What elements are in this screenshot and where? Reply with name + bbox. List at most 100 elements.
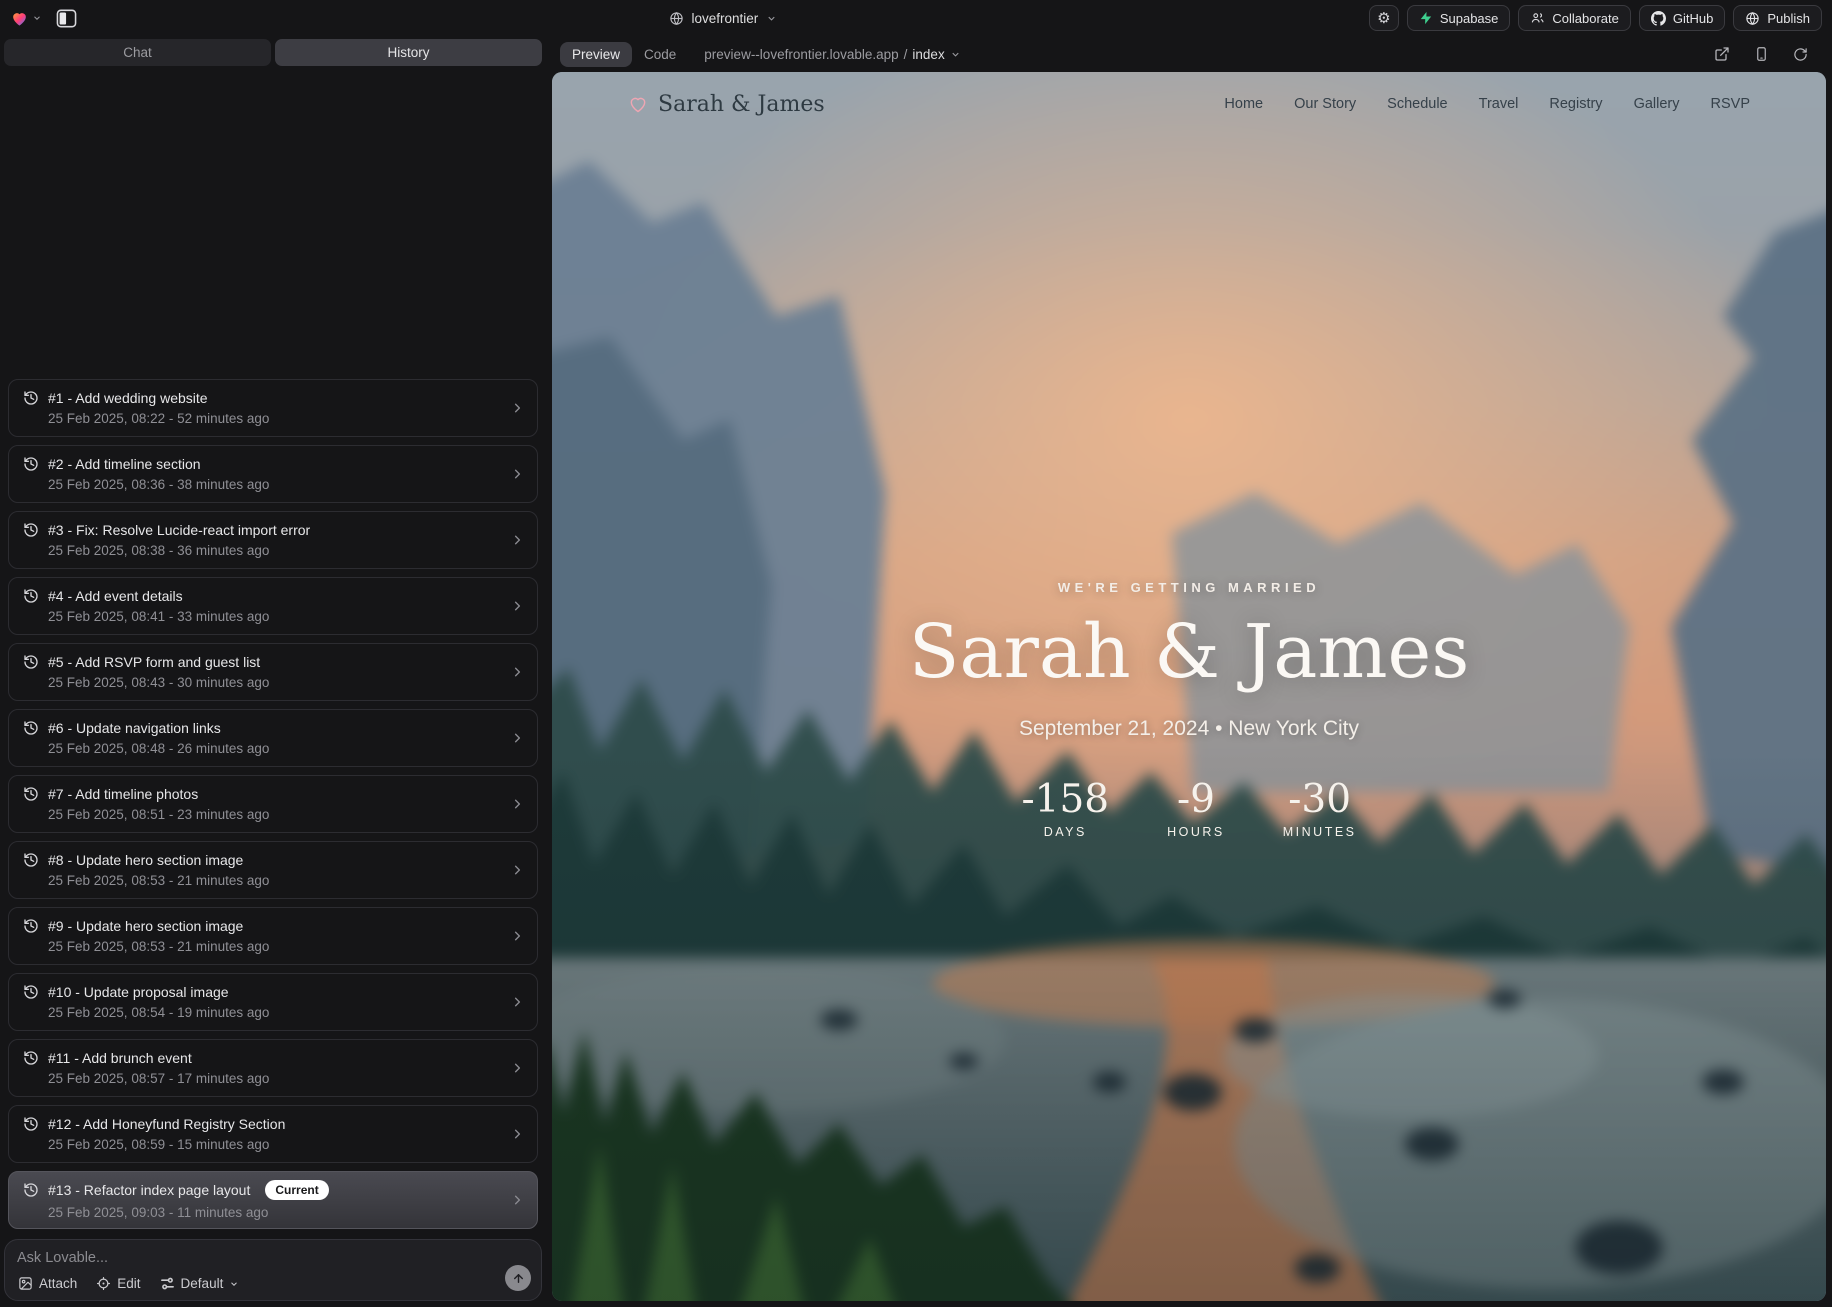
- chat-history-panel: Chat History #1 - Add wedding website 25…: [0, 36, 546, 1307]
- site-nav-link[interactable]: RSVP: [1711, 96, 1751, 112]
- refresh-icon[interactable]: [1793, 47, 1808, 62]
- site-nav-link[interactable]: Home: [1224, 96, 1263, 112]
- site-nav-link[interactable]: Gallery: [1634, 96, 1680, 112]
- preview-panel: Preview Code preview--lovefrontier.lovab…: [546, 36, 1832, 1307]
- lovable-heart-icon: [10, 9, 29, 28]
- publish-button[interactable]: Publish: [1733, 5, 1822, 31]
- chevron-right-icon: [510, 533, 525, 548]
- history-item-title: #2 - Add timeline section: [48, 456, 201, 472]
- history-item-title: #10 - Update proposal image: [48, 984, 229, 1000]
- history-item-title: #3 - Fix: Resolve Lucide-react import er…: [48, 522, 310, 538]
- chevron-right-icon: [510, 401, 525, 416]
- target-icon: [96, 1276, 111, 1291]
- hero-eyebrow: WE'RE GETTING MARRIED: [1058, 580, 1320, 595]
- history-item-title: #6 - Update navigation links: [48, 720, 221, 736]
- history-item-timestamp: 25 Feb 2025, 08:43 - 30 minutes ago: [48, 675, 523, 690]
- history-item[interactable]: #12 - Add Honeyfund Registry Section 25 …: [8, 1105, 538, 1163]
- chevron-down-icon: [766, 13, 777, 24]
- chevron-right-icon: [510, 731, 525, 746]
- history-item[interactable]: #2 - Add timeline section 25 Feb 2025, 0…: [8, 445, 538, 503]
- edit-select-button[interactable]: Edit: [96, 1276, 140, 1291]
- chevron-down-icon: [229, 1279, 239, 1289]
- history-item[interactable]: #4 - Add event details 25 Feb 2025, 08:4…: [8, 577, 538, 635]
- preview-toolbar: Preview Code preview--lovefrontier.lovab…: [552, 36, 1826, 72]
- hero-title: Sarah & James: [909, 609, 1470, 695]
- sidebar-toggle-button[interactable]: [56, 9, 77, 28]
- chevron-right-icon: [510, 797, 525, 812]
- history-item-title: #5 - Add RSVP form and guest list: [48, 654, 260, 670]
- history-item-title: #7 - Add timeline photos: [48, 786, 198, 802]
- countdown-value: -9: [1177, 777, 1215, 822]
- panel-tabs: Chat History: [4, 39, 542, 66]
- supabase-button[interactable]: Supabase: [1407, 5, 1511, 31]
- attach-button[interactable]: Attach: [18, 1276, 77, 1291]
- history-item-timestamp: 25 Feb 2025, 08:51 - 23 minutes ago: [48, 807, 523, 822]
- attach-label: Attach: [39, 1276, 77, 1291]
- tab-history[interactable]: History: [275, 39, 542, 66]
- mode-selector[interactable]: Default: [160, 1276, 240, 1291]
- history-item[interactable]: #1 - Add wedding website 25 Feb 2025, 08…: [8, 379, 538, 437]
- history-item[interactable]: #5 - Add RSVP form and guest list 25 Feb…: [8, 643, 538, 701]
- history-item[interactable]: #10 - Update proposal image 25 Feb 2025,…: [8, 973, 538, 1031]
- history-icon: [23, 588, 39, 604]
- site-header: Sarah & James Home Our Story Schedule Trave…: [552, 72, 1826, 136]
- send-button[interactable]: [505, 1265, 531, 1291]
- history-item[interactable]: #7 - Add timeline photos 25 Feb 2025, 08…: [8, 775, 538, 833]
- project-selector[interactable]: lovefrontier: [669, 11, 778, 26]
- history-item-timestamp: 25 Feb 2025, 08:48 - 26 minutes ago: [48, 741, 523, 756]
- history-item[interactable]: #9 - Update hero section image 25 Feb 20…: [8, 907, 538, 965]
- panel-left-icon: [56, 9, 77, 28]
- history-item-timestamp: 25 Feb 2025, 08:36 - 38 minutes ago: [48, 477, 523, 492]
- history-icon: [23, 522, 39, 538]
- tab-code[interactable]: Code: [632, 42, 688, 67]
- countdown-label: DAYS: [1044, 825, 1087, 839]
- mobile-preview-icon[interactable]: [1754, 46, 1769, 62]
- supabase-label: Supabase: [1440, 11, 1499, 26]
- history-item-title: #12 - Add Honeyfund Registry Section: [48, 1116, 285, 1132]
- history-item-title: #1 - Add wedding website: [48, 390, 208, 406]
- tab-preview[interactable]: Preview: [560, 42, 632, 67]
- collaborate-label: Collaborate: [1552, 11, 1619, 26]
- collaborate-button[interactable]: Collaborate: [1518, 5, 1631, 31]
- history-item-title: #13 - Refactor index page layout: [48, 1182, 250, 1198]
- history-icon: [23, 456, 39, 472]
- chevron-right-icon: [510, 1127, 525, 1142]
- countdown-label: MINUTES: [1283, 825, 1357, 839]
- preview-url[interactable]: preview--lovefrontier.lovable.app / inde…: [704, 47, 960, 62]
- site-nav-link[interactable]: Our Story: [1294, 96, 1356, 112]
- prompt-composer[interactable]: Ask Lovable... Attach Edit: [4, 1239, 542, 1301]
- settings-button[interactable]: ⚙: [1369, 5, 1399, 31]
- github-label: GitHub: [1673, 11, 1713, 26]
- site-brand[interactable]: Sarah & James: [628, 92, 825, 117]
- countdown-unit: -9 HOURS: [1167, 777, 1225, 839]
- history-item-timestamp: 25 Feb 2025, 08:54 - 19 minutes ago: [48, 1005, 523, 1020]
- url-host: preview--lovefrontier.lovable.app: [704, 47, 898, 62]
- history-item-timestamp: 25 Feb 2025, 08:22 - 52 minutes ago: [48, 411, 523, 426]
- supabase-bolt-icon: [1419, 11, 1433, 25]
- github-icon: [1651, 11, 1666, 26]
- history-item-timestamp: 25 Feb 2025, 08:38 - 36 minutes ago: [48, 543, 523, 558]
- tab-chat[interactable]: Chat: [4, 39, 271, 66]
- url-path: index: [912, 47, 944, 62]
- site-nav-link[interactable]: Registry: [1549, 96, 1602, 112]
- mode-label: Default: [181, 1276, 224, 1291]
- history-icon: [23, 918, 39, 934]
- site-nav-link[interactable]: Schedule: [1387, 96, 1447, 112]
- history-item[interactable]: #8 - Update hero section image 25 Feb 20…: [8, 841, 538, 899]
- topbar: lovefrontier ⚙ Supabase Collaborate GitH…: [0, 0, 1832, 36]
- hero-date-location: September 21, 2024 • New York City: [1019, 717, 1359, 741]
- chevron-down-icon: [950, 49, 961, 60]
- chevron-right-icon: [510, 995, 525, 1010]
- lovable-logo-menu[interactable]: [10, 9, 42, 28]
- history-item[interactable]: #3 - Fix: Resolve Lucide-react import er…: [8, 511, 538, 569]
- history-item-timestamp: 25 Feb 2025, 08:59 - 15 minutes ago: [48, 1137, 523, 1152]
- history-icon: [23, 654, 39, 670]
- site-nav-link[interactable]: Travel: [1479, 96, 1519, 112]
- open-external-icon[interactable]: [1714, 46, 1730, 62]
- github-button[interactable]: GitHub: [1639, 5, 1725, 31]
- history-item-title: #8 - Update hero section image: [48, 852, 243, 868]
- prompt-input[interactable]: Ask Lovable...: [17, 1250, 529, 1266]
- history-item[interactable]: #11 - Add brunch event 25 Feb 2025, 08:5…: [8, 1039, 538, 1097]
- history-item[interactable]: #6 - Update navigation links 25 Feb 2025…: [8, 709, 538, 767]
- history-item[interactable]: #13 - Refactor index page layout Current…: [8, 1171, 538, 1229]
